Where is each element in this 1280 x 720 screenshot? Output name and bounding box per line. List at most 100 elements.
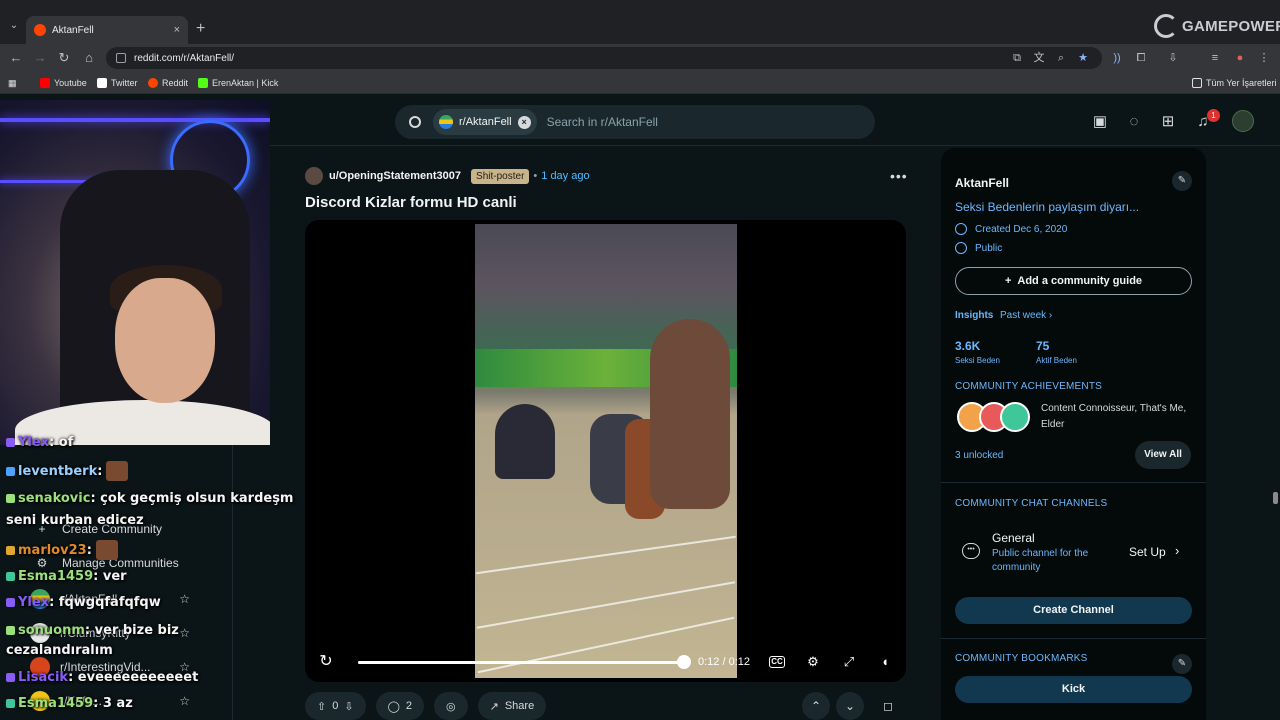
chat-badge-icon — [6, 545, 15, 555]
video-player[interactable] — [305, 220, 906, 682]
volume-icon[interactable]: ◖ — [875, 652, 895, 672]
stream-chat-overlay: Ylex : of leventberk : senakovic : çok g… — [0, 430, 293, 720]
gamepower-watermark: GAMEPOWER — [1154, 14, 1280, 38]
bookmark-kick[interactable]: ErenAktan | Kick — [198, 78, 278, 88]
captions-icon[interactable]: CC — [769, 656, 785, 668]
bookmark-reddit[interactable]: Reddit — [148, 78, 188, 88]
share-button[interactable]: ↗ Share — [477, 692, 547, 720]
channel-setup-button[interactable]: Set Up — [1129, 545, 1166, 559]
post-overflow-menu-icon[interactable]: ••• — [890, 168, 908, 184]
comment-icon: ◯ — [387, 700, 400, 713]
chat-badge-icon — [6, 598, 15, 607]
post-author[interactable]: u/OpeningStatement3007 — [329, 170, 461, 182]
search-chip-label: r/AktanFell — [459, 116, 512, 128]
bookmarks-folder[interactable]: Tüm Yer İşaretleri — [1192, 78, 1277, 88]
comment-count: 2 — [405, 700, 412, 712]
notification-badge: 1 — [1207, 109, 1220, 122]
site-info-icon[interactable] — [116, 53, 126, 63]
animal-shape — [650, 319, 730, 509]
chip-clear-icon[interactable]: × — [517, 115, 531, 129]
chat-user: Ylex — [18, 595, 50, 610]
channel-name[interactable]: General — [992, 531, 1035, 545]
replay-icon[interactable]: ↻ — [316, 652, 336, 672]
bookmark-label: Twitter — [111, 78, 138, 88]
folder-icon — [1192, 78, 1202, 88]
advertise-icon[interactable]: ▣ — [1090, 112, 1110, 132]
stat-value: 75 — [1036, 339, 1050, 353]
downloads-icon[interactable]: ⇩ — [1166, 51, 1180, 65]
chat-user: marlov23 — [18, 542, 87, 558]
search-placeholder[interactable]: Search in r/AktanFell — [547, 115, 658, 129]
bookmark-star-icon[interactable]: ★ — [1076, 51, 1090, 65]
address-bar[interactable]: reddit.com/r/AktanFell/ — [106, 47, 1102, 69]
chat-badge-icon — [6, 626, 15, 635]
bookmarks-bar: ▦ Youtube Twitter Reddit ErenAktan | Kic… — [0, 72, 1280, 94]
chat-icon[interactable]: ◌ — [1124, 112, 1144, 132]
sidebar-divider — [941, 482, 1206, 483]
apps-grid-icon[interactable]: ▦ — [8, 78, 17, 89]
next-post-icon[interactable]: ⌄ — [836, 692, 864, 720]
scroll-thumb[interactable] — [1273, 492, 1278, 504]
edit-community-icon[interactable]: ✎ — [1172, 171, 1192, 191]
chat-user: Lisacik — [18, 670, 69, 685]
bookmark-youtube[interactable]: Youtube — [40, 78, 87, 88]
author-avatar[interactable] — [305, 167, 323, 185]
chevron-right-icon[interactable]: › — [1175, 543, 1179, 558]
chrome-menu-icon[interactable]: ⋮ — [1257, 51, 1271, 65]
add-community-guide-button[interactable]: + Add a community guide — [955, 267, 1192, 295]
back-icon[interactable]: ← — [8, 50, 24, 66]
bookmarks-folder-label: Tüm Yer İşaretleri — [1206, 78, 1277, 88]
youtube-icon — [40, 78, 50, 88]
create-post-icon[interactable]: ⊞ — [1158, 112, 1178, 132]
tab-close-icon[interactable]: × — [174, 24, 180, 36]
save-post-icon[interactable]: ◻ — [874, 692, 902, 720]
vote-pill[interactable]: ⇧ 0 ⇩ — [305, 692, 366, 720]
achievements-header: COMMUNITY ACHIEVEMENTS — [955, 381, 1103, 392]
tab-search-button[interactable]: ⌄ — [6, 20, 22, 36]
bookmark-kick-button[interactable]: Kick — [955, 676, 1192, 703]
reload-icon[interactable]: ↻ — [56, 50, 72, 66]
previous-post-icon[interactable]: ⌃ — [802, 692, 830, 720]
downvote-icon[interactable]: ⇩ — [344, 700, 353, 713]
chat-bubble-icon: ••• — [962, 543, 980, 559]
chat-message: Esma1459 : 3 az — [6, 696, 133, 711]
page-scrollbar[interactable] — [1271, 146, 1280, 720]
browser-tab-bar — [0, 0, 1280, 44]
zoom-icon[interactable]: ⌕ — [1054, 51, 1068, 65]
new-tab-button[interactable]: + — [196, 20, 205, 38]
extensions-icon[interactable]: ⧠ — [1134, 51, 1148, 65]
view-all-button[interactable]: View All — [1135, 441, 1191, 469]
comments-button[interactable]: ◯ 2 — [375, 692, 424, 720]
forward-icon[interactable]: → — [32, 50, 48, 66]
translate-icon[interactable]: 文 — [1032, 51, 1046, 65]
upvote-icon[interactable]: ⇧ — [317, 700, 326, 713]
bookmark-twitter[interactable]: Twitter — [97, 78, 138, 88]
video-progress-fill — [358, 661, 684, 664]
community-description: Seksi Bedenlerin paylaşım diyarı... — [955, 200, 1140, 214]
award-button[interactable]: ◎ — [434, 692, 468, 720]
insights-period-dropdown[interactable]: Past week › — [1000, 310, 1052, 321]
reading-list-icon[interactable]: ≡ — [1208, 51, 1222, 65]
create-channel-button[interactable]: Create Channel — [955, 597, 1192, 624]
search-bar[interactable]: r/AktanFell × Search in r/AktanFell — [395, 105, 875, 139]
video-progress-thumb[interactable] — [677, 655, 691, 669]
fullscreen-icon[interactable]: ⤢ — [839, 652, 859, 672]
post-title[interactable]: Discord Kizlar formu HD canli — [305, 194, 517, 211]
meta-separator: • — [533, 170, 538, 182]
profile-icon[interactable]: ● — [1233, 51, 1247, 65]
chat-badge-icon — [6, 438, 15, 447]
edit-bookmarks-icon[interactable]: ✎ — [1172, 654, 1192, 674]
install-app-icon[interactable]: ⧉ — [1010, 51, 1024, 65]
video-progress-bar[interactable] — [358, 655, 691, 669]
search-community-chip[interactable]: r/AktanFell × — [433, 109, 537, 135]
browser-tab[interactable]: AktanFell × — [26, 16, 188, 44]
settings-gear-icon[interactable]: ⚙ — [803, 652, 823, 672]
user-avatar[interactable] — [1232, 110, 1254, 132]
community-avatar-icon — [439, 115, 453, 129]
chat-text: : ver — [93, 569, 127, 584]
extension-wave-icon[interactable]: )) — [1110, 51, 1124, 65]
channel-description: Public channel for the community — [992, 548, 1089, 573]
home-icon[interactable]: ⌂ — [81, 50, 97, 66]
chat-message: leventberk : — [6, 461, 129, 481]
post-meta: u/OpeningStatement3007 Shit-poster • 1 d… — [305, 166, 590, 186]
